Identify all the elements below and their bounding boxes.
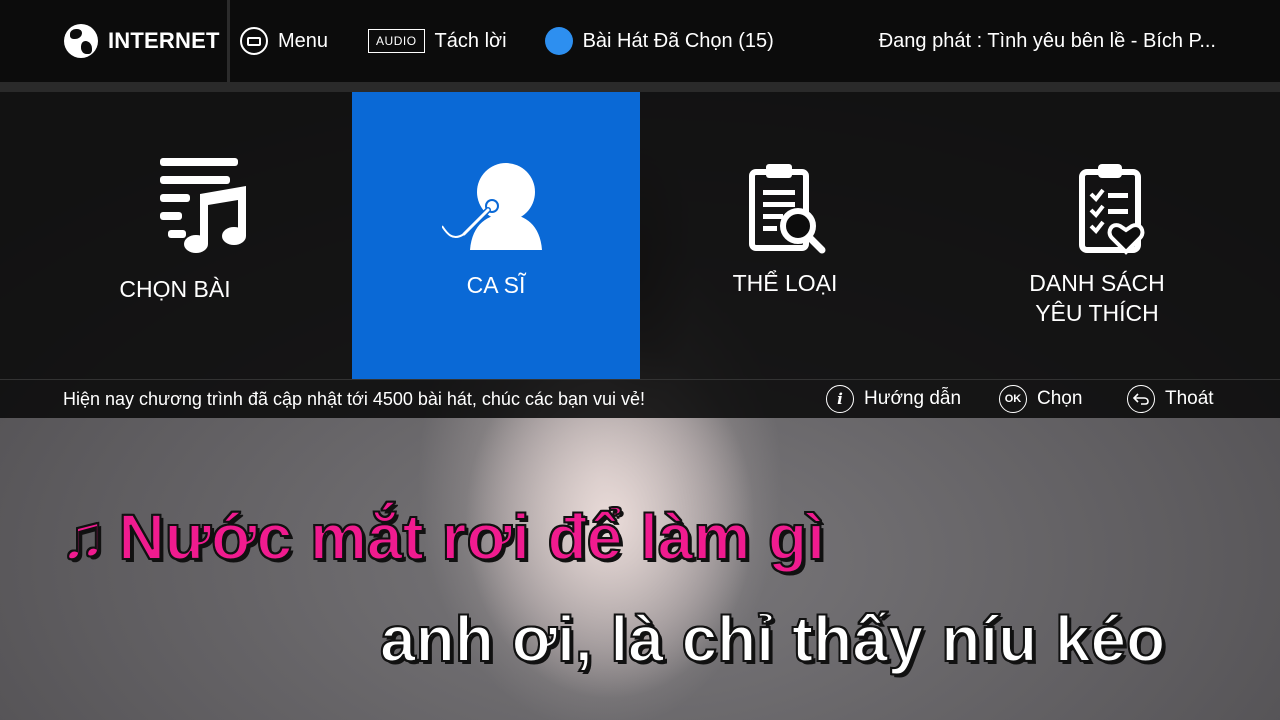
selected-songs-button[interactable]: Bài Hát Đã Chọn (15)	[544, 27, 774, 55]
exit-label: Thoát	[1165, 388, 1214, 409]
clipboard-heart-icon	[1079, 164, 1145, 255]
guide-hint[interactable]: i Hướng dẫn	[826, 385, 961, 413]
tile-chon-bai[interactable]: CHỌN BÀI	[0, 92, 352, 379]
info-icon: i	[826, 385, 854, 413]
select-hint[interactable]: OK Chọn	[999, 385, 1082, 413]
back-arrow-icon	[1127, 385, 1155, 413]
audio-badge-icon: AUDIO	[368, 29, 425, 53]
divider	[0, 82, 1280, 92]
tile-ca-si[interactable]: CA SĨ	[352, 92, 640, 379]
blue-dot-icon	[544, 27, 573, 55]
brand-label: INTERNET	[108, 28, 220, 53]
globe-icon	[64, 24, 98, 58]
guide-label: Hướng dẫn	[864, 388, 962, 409]
ok-icon: OK	[999, 385, 1027, 413]
tile-label: THỂ LOẠI	[732, 270, 838, 296]
tile-label-line2: YÊU THÍCH	[1035, 300, 1159, 326]
audio-label: Tách lời	[434, 29, 507, 52]
now-playing: Đang phát : Tình yêu bên lề - Bích P...	[878, 29, 1216, 52]
tile-label-line1: DANH SÁCH	[1029, 270, 1165, 296]
lyric-line-2: anh ơi, là chỉ thấy níu kéo	[379, 602, 1166, 676]
menu-button[interactable]: Menu	[240, 27, 328, 55]
exit-hint[interactable]: Thoát	[1127, 385, 1214, 413]
select-label: Chọn	[1037, 388, 1083, 409]
lyric-line-1: ♫ Nước mắt rơi để làm gì	[59, 500, 826, 574]
top-bar: INTERNET Menu AUDIO Tách lời Bài Hát Đã …	[0, 0, 1280, 82]
tile-label: CHỌN BÀI	[119, 276, 231, 302]
singer-mic-icon	[442, 163, 542, 250]
brand-internet[interactable]: INTERNET	[0, 0, 230, 82]
info-bar: Hiện nay chương trình đã cập nhật tới 45…	[0, 379, 1280, 418]
lyric-text-1: Nước mắt rơi để làm gì	[117, 500, 825, 574]
selected-songs-label: Bài Hát Đã Chọn (15)	[582, 29, 774, 52]
clipboard-search-icon	[749, 164, 826, 254]
audio-separate-button[interactable]: AUDIO Tách lời	[368, 29, 507, 53]
tile-label: CA SĨ	[466, 272, 526, 298]
menu-icon	[240, 27, 268, 55]
music-note-icon: ♫	[59, 502, 107, 573]
music-list-icon	[160, 158, 246, 253]
main-menu: CHỌN BÀI CA SĨ THỂ LOẠI DANH SÁCH YÊU TH…	[0, 92, 1280, 379]
tile-the-loai[interactable]: THỂ LOẠI	[640, 92, 930, 379]
update-message: Hiện nay chương trình đã cập nhật tới 45…	[63, 388, 646, 409]
tile-danh-sach-yeu-thich[interactable]: DANH SÁCH YÊU THÍCH	[930, 92, 1280, 379]
menu-label: Menu	[278, 29, 329, 52]
